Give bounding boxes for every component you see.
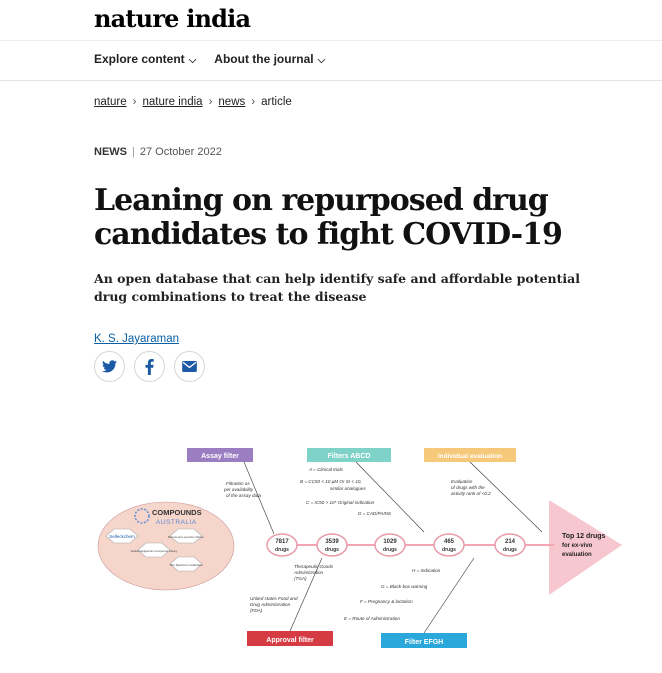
count-value: 214 [505,539,516,545]
count-unit: drugs [383,547,397,553]
twitter-icon [102,360,117,373]
facebook-icon [145,358,154,375]
library-label: Selleck Epigenetic Compound Library [131,549,178,553]
nav-label: About the journal [214,52,314,66]
share-buttons [94,351,205,382]
approval-filter-label: Approval filter [266,637,314,644]
breadcrumb: nature › nature india › news › article [94,96,292,108]
note-text: activity rank of <0.2 [451,491,491,496]
nav-explore-content[interactable]: Explore content ⌵ [94,52,196,66]
connector-line [469,461,543,533]
connector-line [355,461,425,533]
meta-separator: | [132,146,135,158]
note-text: A = Clinical trials [308,467,344,472]
count-unit: drugs [275,547,289,553]
page-title: Leaning on repurposed drug candidates to… [94,183,563,252]
note-text: United states Food and [250,596,298,601]
count-value: 7817 [275,539,289,545]
count-value: 3539 [325,539,339,545]
note-text: Therapeutic Goods [294,564,334,569]
note-text: B = CC50 < 10 µM Or SI < 10, [300,479,362,484]
note-text: (FDA) [250,608,263,613]
site-header: nature india Explore content ⌵ About the … [0,0,662,81]
chevron-down-icon: ⌵ [188,55,197,66]
assay-filter-label: Assay filter [201,453,239,460]
note-text: G = Black-box warning [381,584,428,589]
breadcrumb-link-nature[interactable]: nature [94,96,127,108]
email-icon [182,361,197,372]
note-text: Evaluation [451,479,473,484]
chevron-down-icon: ⌵ [317,55,326,66]
note-text: (TGA) [294,576,307,581]
nav-label: Explore content [94,52,185,66]
breadcrumb-link-nature-india[interactable]: nature india [142,96,202,108]
article-type: NEWS [94,146,127,158]
note-text: F = Pregnancy & lactation [360,599,413,604]
note-text: of the assay data [226,493,261,498]
breadcrumb-separator: › [132,96,137,108]
author-link[interactable]: K. S. Jayaraman [94,333,179,345]
breadcrumb-current: article [261,96,292,108]
library-label: Microsource spectrum library [168,535,205,539]
count-unit: drugs [325,547,339,553]
email-share-button[interactable] [174,351,205,382]
result-line: Top 12 drugs [562,533,606,540]
article-date: 27 October 2022 [139,146,222,158]
individual-evaluation-label: Individual evaluation [438,453,502,460]
article-meta: NEWS | 27 October 2022 [94,146,222,158]
breadcrumb-link-news[interactable]: news [218,96,245,108]
library-label: Selleckchem [109,534,135,539]
facebook-share-button[interactable] [134,351,165,382]
note-text: of drugs with the [451,485,485,490]
twitter-share-button[interactable] [94,351,125,382]
connector-line [243,461,275,535]
note-text: Drug Administration [250,602,291,607]
drug-repurposing-figure: COMPOUNDS AUSTRALIA Selleckchem Microsou… [97,448,622,648]
result-line: evaluation [562,552,592,558]
compounds-title: COMPOUNDS [152,508,202,517]
note-text: D = CAD/PAINS [358,511,392,516]
note-text: similar analogues [330,486,366,491]
breadcrumb-separator: › [208,96,213,108]
note-text: per availability [223,487,254,492]
site-logo[interactable]: nature india [94,4,251,33]
result-line: for ex-vivo [562,543,593,549]
compounds-subtitle: AUSTRALIA [156,519,197,526]
count-value: 1029 [383,539,397,545]
count-unit: drugs [503,547,517,553]
count-value: 465 [444,539,455,545]
nav-about-journal[interactable]: About the journal ⌵ [214,52,325,66]
main-nav: Explore content ⌵ About the journal ⌵ [94,52,325,66]
count-unit: drugs [442,547,456,553]
note-text: C = IC50 > 10* Original indication [306,500,375,505]
breadcrumb-separator: › [251,96,256,108]
note-text: Administration [293,570,324,575]
filter-efgh-label: Filter EFGH [405,639,444,646]
library-label: The Spectrum Collection [170,563,203,567]
note-text: H = Indication [412,568,441,573]
note-text: Filtration as [226,481,250,486]
filters-abcd-label: Filters ABCD [328,453,371,460]
divider [0,40,662,41]
note-text: E = Route of Administration [344,616,400,621]
article-standfirst: An open database that can help identify … [94,271,580,304]
